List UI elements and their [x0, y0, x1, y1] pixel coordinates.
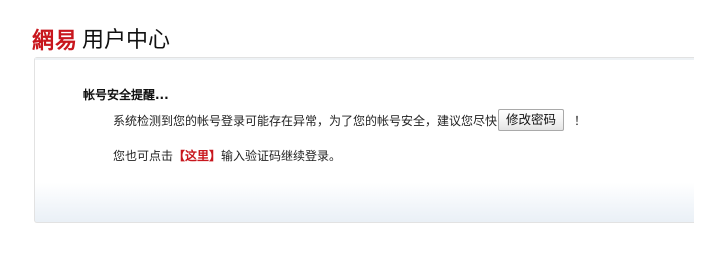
panel-divider	[35, 58, 694, 60]
netease-logo: 網易	[32, 28, 79, 54]
notice-line-1: 系统检测到您的帐号登录可能存在异常，为了您的帐号安全，建议您尽快 修改密码 ！	[113, 108, 586, 132]
page-title: 用户中心	[82, 28, 171, 53]
notice-line-2-prefix: 您也可点击	[113, 149, 174, 163]
notice-line-2: 您也可点击【这里】输入验证码继续登录。	[113, 147, 341, 164]
notice-panel: 帐号安全提醒... 系统检测到您的帐号登录可能存在异常，为了您的帐号安全，建议您…	[34, 57, 694, 223]
here-link[interactable]: 【这里】	[173, 149, 221, 163]
change-password-button[interactable]: 修改密码	[498, 109, 565, 131]
page-header: 網易 用户中心	[32, 22, 170, 56]
notice-line-2-suffix: 输入验证码继续登录。	[221, 149, 342, 163]
notice-message: 系统检测到您的帐号登录可能存在异常，为了您的帐号安全，建议您尽快	[113, 113, 498, 128]
exclamation-mark: ！	[574, 113, 587, 128]
notice-title: 帐号安全提醒...	[83, 88, 169, 102]
